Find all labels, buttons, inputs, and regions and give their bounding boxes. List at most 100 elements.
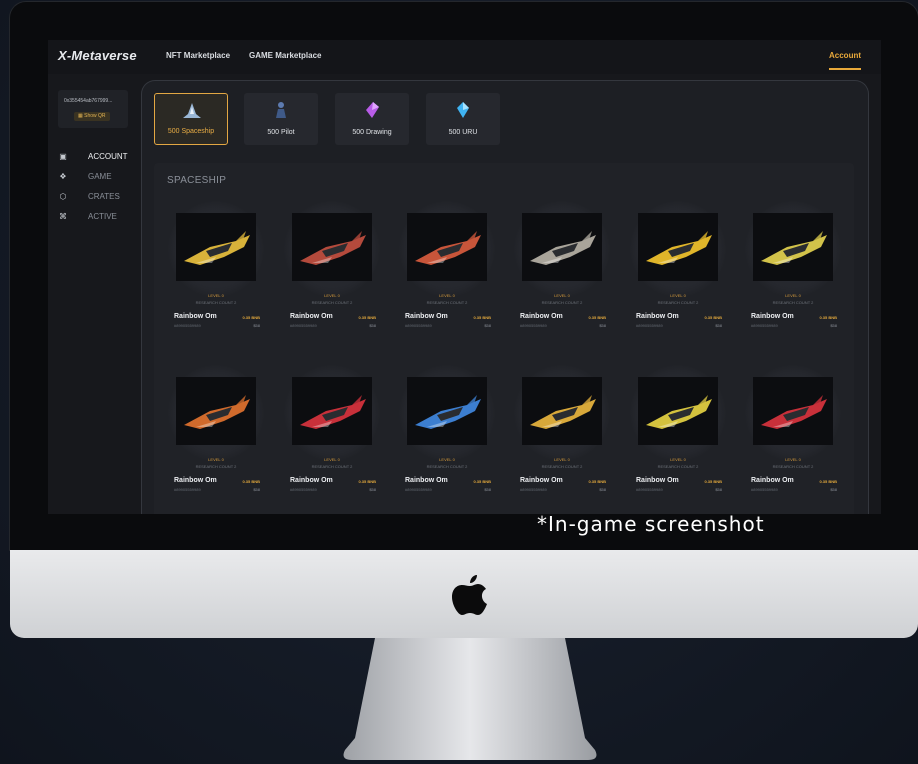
card-name: Rainbow Om xyxy=(405,477,448,484)
card-usd-price: $58 xyxy=(830,323,837,328)
card-id: #89905559989 xyxy=(751,323,778,328)
card-id: #89905559989 xyxy=(636,323,663,328)
spaceship-image xyxy=(407,377,487,445)
spaceship-card[interactable]: LEVEL 0 RESEARCH COUNT 2 Rainbow Om 0.35 BN… xyxy=(399,201,495,351)
spaceship-card[interactable]: LEVEL 0 RESEARCH COUNT 2 Rainbow Om 0.35 BN… xyxy=(168,365,264,514)
card-name: Rainbow Om xyxy=(751,477,794,484)
card-price: 0.35 BNB xyxy=(588,315,606,320)
crate-icon: ⬡ xyxy=(59,191,67,201)
card-usd-price: $58 xyxy=(369,323,376,328)
uru-crystal-icon xyxy=(457,102,469,118)
spaceship-card[interactable]: LEVEL 0 RESEARCH COUNT 2 Rainbow Om 0.35 BN… xyxy=(514,365,610,514)
card-name: Rainbow Om xyxy=(520,313,563,320)
spaceship-icon xyxy=(183,103,201,118)
wallet-address: 0x355454ab767999... xyxy=(64,98,113,104)
nav-link-game-marketplace[interactable]: GAME Marketplace xyxy=(249,51,321,60)
card-level: LEVEL 0 xyxy=(324,457,340,462)
spaceship-card[interactable]: LEVEL 0 RESEARCH COUNT 2 Rainbow Om 0.35 BN… xyxy=(630,201,726,351)
spaceship-card[interactable]: LEVEL 0 RESEARCH COUNT 2 Rainbow Om 0.35 BN… xyxy=(168,201,264,351)
tab-spaceship[interactable]: 500 Spaceship xyxy=(154,93,228,145)
wallet-card: 0x355454ab767999... ▦ Show QR xyxy=(58,90,128,128)
card-research-count: RESEARCH COUNT 2 xyxy=(541,464,583,469)
card-price: 0.35 BNB xyxy=(704,315,722,320)
active-icon: ⌘ xyxy=(59,211,67,221)
card-name: Rainbow Om xyxy=(290,477,333,484)
sidebar-item-game[interactable]: ❖ GAME xyxy=(58,170,112,182)
card-level: LEVEL 0 xyxy=(554,293,570,298)
card-id: #89905559989 xyxy=(520,487,547,492)
card-price: 0.35 BNB xyxy=(358,479,376,484)
spaceship-image xyxy=(753,213,833,281)
sidebar-item-account[interactable]: ▣ ACCOUNT xyxy=(58,150,127,162)
card-usd-price: $58 xyxy=(715,487,722,492)
card-id: #89905559989 xyxy=(290,323,317,328)
show-qr-button[interactable]: ▦ Show QR xyxy=(74,112,110,121)
caption: *In-game screenshot xyxy=(537,512,765,536)
spaceship-card[interactable]: LEVEL 0 RESEARCH COUNT 2 Rainbow Om 0.35 BN… xyxy=(284,365,380,514)
account-link[interactable]: Account xyxy=(829,51,861,60)
spaceship-image xyxy=(638,377,718,445)
card-usd-price: $58 xyxy=(599,487,606,492)
card-usd-price: $58 xyxy=(715,323,722,328)
card-id: #89905559989 xyxy=(290,487,317,492)
card-research-count: RESEARCH COUNT 2 xyxy=(426,300,468,305)
spaceship-card[interactable]: LEVEL 0 RESEARCH COUNT 2 Rainbow Om 0.35 BN… xyxy=(399,365,495,514)
sidebar-item-label: GAME xyxy=(88,171,112,181)
spaceship-card[interactable]: LEVEL 0 RESEARCH COUNT 2 Rainbow Om 0.35 BN… xyxy=(514,201,610,351)
card-usd-price: $58 xyxy=(599,323,606,328)
sidebar-item-active[interactable]: ⌘ ACTIVE xyxy=(58,210,117,222)
card-name: Rainbow Om xyxy=(405,313,448,320)
card-id: #89905559989 xyxy=(174,323,201,328)
card-usd-price: $58 xyxy=(253,487,260,492)
tab-uru[interactable]: 500 URU xyxy=(426,93,500,145)
tab-label: 500 Pilot xyxy=(267,129,295,136)
spaceship-section: SPACESHIP LEVEL 0 RESEARCH COUNT 2 Rainbow… xyxy=(154,163,854,514)
card-usd-price: $58 xyxy=(369,487,376,492)
card-research-count: RESEARCH COUNT 2 xyxy=(426,464,468,469)
top-navbar: X-Metaverse NFT Marketplace GAME Marketp… xyxy=(48,40,881,74)
show-qr-label: Show QR xyxy=(84,113,106,119)
card-research-count: RESEARCH COUNT 2 xyxy=(772,464,814,469)
card-name: Rainbow Om xyxy=(636,313,679,320)
spaceship-image xyxy=(522,213,602,281)
card-usd-price: $58 xyxy=(484,323,491,328)
card-price: 0.35 BNB xyxy=(819,315,837,320)
app-logo[interactable]: X-Metaverse xyxy=(58,48,137,63)
card-price: 0.35 BNB xyxy=(242,479,260,484)
card-id: #89905559989 xyxy=(405,487,432,492)
spaceship-card[interactable]: LEVEL 0 RESEARCH COUNT 2 Rainbow Om 0.35 BN… xyxy=(284,201,380,351)
card-level: LEVEL 0 xyxy=(670,457,686,462)
spaceship-card[interactable]: LEVEL 0 RESEARCH COUNT 2 Rainbow Om 0.35 BN… xyxy=(630,365,726,514)
card-price: 0.35 BNB xyxy=(588,479,606,484)
card-research-count: RESEARCH COUNT 2 xyxy=(195,464,237,469)
card-id: #89905559989 xyxy=(636,487,663,492)
spaceship-card[interactable]: LEVEL 0 RESEARCH COUNT 2 Rainbow Om 0.35 BN… xyxy=(745,365,841,514)
card-name: Rainbow Om xyxy=(174,313,217,320)
spaceship-image xyxy=(407,213,487,281)
card-research-count: RESEARCH COUNT 2 xyxy=(195,300,237,305)
sidebar-item-crates[interactable]: ⬡ CRATES xyxy=(58,190,120,202)
spaceship-card[interactable]: LEVEL 0 RESEARCH COUNT 2 Rainbow Om 0.35 BN… xyxy=(745,201,841,351)
card-name: Rainbow Om xyxy=(751,313,794,320)
card-price: 0.35 BNB xyxy=(242,315,260,320)
tab-drawing[interactable]: 500 Drawing xyxy=(335,93,409,145)
card-research-count: RESEARCH COUNT 2 xyxy=(657,300,699,305)
card-usd-price: $58 xyxy=(484,487,491,492)
sidebar-item-label: CRATES xyxy=(88,191,120,201)
nav-link-nft-marketplace[interactable]: NFT Marketplace xyxy=(166,51,230,60)
section-title: SPACESHIP xyxy=(167,175,227,186)
main-panel: 500 Spaceship 500 Pilot 500 Drawing 500 … xyxy=(141,80,869,514)
card-research-count: RESEARCH COUNT 2 xyxy=(541,300,583,305)
card-price: 0.35 BNB xyxy=(358,315,376,320)
card-level: LEVEL 0 xyxy=(554,457,570,462)
card-price: 0.35 BNB xyxy=(704,479,722,484)
apple-logo-icon xyxy=(452,575,487,615)
card-level: LEVEL 0 xyxy=(208,457,224,462)
tab-pilot[interactable]: 500 Pilot xyxy=(244,93,318,145)
card-id: #89905559989 xyxy=(520,323,547,328)
spaceship-image xyxy=(176,377,256,445)
spaceship-image xyxy=(176,213,256,281)
card-price: 0.35 BNB xyxy=(819,479,837,484)
drawing-gem-icon xyxy=(366,102,379,118)
tab-label: 500 Spaceship xyxy=(167,128,215,135)
